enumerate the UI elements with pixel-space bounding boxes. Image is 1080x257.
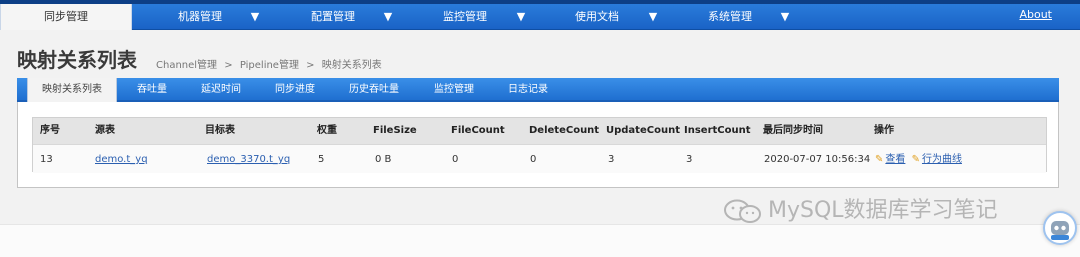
watermark-text: MySQL数据库学习笔记 <box>768 198 998 223</box>
top-nav: 同步管理 机器管理 ▼ 配置管理 ▼ 监控管理 ▼ 使用文档 ▼ 系统管理 ▼ … <box>0 0 1080 30</box>
nav-label: 监控管理 <box>443 10 487 23</box>
tab-delay[interactable]: 延迟时间 <box>201 78 241 102</box>
nav-item-config[interactable]: 配置管理 <box>298 4 368 30</box>
wechat-icon <box>724 199 761 223</box>
col-filesize: FileSize <box>373 125 417 136</box>
behavior-curve-link[interactable]: 行为曲线 <box>922 154 962 165</box>
cell-target-link[interactable]: demo_3370.t_yq <box>207 145 290 174</box>
breadcrumb-pipeline[interactable]: Pipeline管理 <box>240 60 299 71</box>
cell-actions: ✎ 查看 ✎ 行为曲线 <box>875 145 962 174</box>
col-filecount: FileCount <box>451 125 505 136</box>
col-actions: 操作 <box>874 125 894 136</box>
nav-label: 配置管理 <box>311 10 355 23</box>
col-target: 目标表 <box>205 125 235 136</box>
nav-item-system[interactable]: 系统管理 <box>695 4 765 30</box>
col-last-sync: 最后同步时间 <box>763 125 823 136</box>
assistant-robot-button[interactable] <box>1043 211 1077 245</box>
tab-monitor[interactable]: 监控管理 <box>434 78 474 102</box>
sub-tab-bar: 映射关系列表 吞吐量 延迟时间 同步进度 历史吞吐量 监控管理 日志记录 <box>17 78 1059 102</box>
nav-label: 系统管理 <box>708 10 752 23</box>
breadcrumb-channel[interactable]: Channel管理 <box>156 60 217 71</box>
cell-filecount: 0 <box>452 154 459 165</box>
watermark: MySQL数据库学习笔记 <box>722 192 998 224</box>
col-insertcount: InsertCount <box>684 125 751 136</box>
mapping-table: 序号 源表 目标表 权重 FileSize FileCount DeleteCo… <box>32 117 1047 173</box>
cell-index: 13 <box>40 154 53 165</box>
col-deletecount: DeleteCount <box>529 125 600 136</box>
nav-label: 机器管理 <box>178 10 222 23</box>
nav-label: 使用文档 <box>575 10 619 23</box>
nav-item-docs[interactable]: 使用文档 <box>562 4 632 30</box>
nav-item-monitor[interactable]: 监控管理 <box>430 4 500 30</box>
top-strip <box>0 0 1080 4</box>
nav-item-machine[interactable]: 机器管理 <box>165 4 235 30</box>
tab-sync-progress[interactable]: 同步进度 <box>275 78 315 102</box>
tab-mapping-list[interactable]: 映射关系列表 <box>27 78 117 102</box>
cell-insertcount: 3 <box>686 154 693 165</box>
pencil-icon: ✎ <box>911 154 920 165</box>
cell-filesize: 0 B <box>375 154 392 165</box>
robot-icon <box>1051 221 1069 240</box>
chevron-down-icon[interactable]: ▼ <box>648 4 658 30</box>
about-link[interactable]: About <box>1019 8 1052 21</box>
breadcrumb: Channel管理 > Pipeline管理 > 映射关系列表 <box>156 56 386 71</box>
pencil-icon: ✎ <box>875 154 884 165</box>
col-source: 源表 <box>95 125 115 136</box>
content-panel: 序号 源表 目标表 权重 FileSize FileCount DeleteCo… <box>17 102 1059 188</box>
chevron-down-icon[interactable]: ▼ <box>250 4 260 30</box>
chevron-down-icon[interactable]: ▼ <box>516 4 526 30</box>
table-row: 13 demo.t_yq demo_3370.t_yq 5 0 B 0 0 3 … <box>33 144 1046 173</box>
chevron-down-icon[interactable]: ▼ <box>383 4 393 30</box>
tab-logs[interactable]: 日志记录 <box>508 78 548 102</box>
cell-source-link[interactable]: demo.t_yq <box>95 145 148 174</box>
page-title: 映射关系列表 <box>17 48 137 72</box>
cell-last-sync: 2020-07-07 10:56:34 <box>764 154 871 165</box>
view-link[interactable]: 查看 <box>885 154 905 165</box>
col-index: 序号 <box>40 125 60 136</box>
tab-history-throughput[interactable]: 历史吞吐量 <box>349 78 399 102</box>
col-weight: 权重 <box>317 125 337 136</box>
breadcrumb-separator: > <box>306 60 315 71</box>
nav-item-sync[interactable]: 同步管理 <box>0 4 132 30</box>
table-header: 序号 源表 目标表 权重 FileSize FileCount DeleteCo… <box>33 118 1046 144</box>
breadcrumb-current: 映射关系列表 <box>321 60 382 71</box>
tab-throughput[interactable]: 吞吐量 <box>137 78 167 102</box>
chevron-down-icon[interactable]: ▼ <box>780 4 790 30</box>
cell-updatecount: 3 <box>608 154 615 165</box>
breadcrumb-separator: > <box>224 60 233 71</box>
lower-area <box>0 225 1080 257</box>
cell-deletecount: 0 <box>530 154 537 165</box>
col-updatecount: UpdateCount <box>606 125 680 136</box>
cell-weight: 5 <box>318 154 325 165</box>
